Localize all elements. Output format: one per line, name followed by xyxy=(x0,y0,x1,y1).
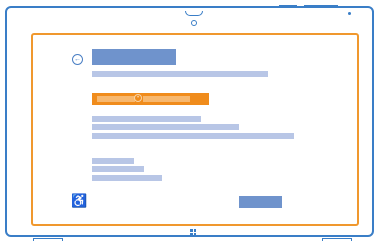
indicator-light xyxy=(348,12,351,15)
pin-icon: • xyxy=(134,94,142,102)
description-line-2 xyxy=(92,124,239,130)
power-button xyxy=(304,5,338,7)
left-bottom-tab xyxy=(33,238,63,241)
info-line-1 xyxy=(92,158,134,164)
camera-icon xyxy=(191,20,197,26)
pin-segment-2 xyxy=(143,96,190,102)
description-line-3 xyxy=(92,133,294,139)
next-button[interactable] xyxy=(239,196,282,208)
pin-segment-1 xyxy=(97,96,135,102)
ease-of-access-icon[interactable]: ♿ xyxy=(71,194,87,207)
volume-button xyxy=(279,5,297,7)
subtitle-text xyxy=(92,71,268,77)
info-line-3 xyxy=(92,175,162,181)
windows-logo-icon[interactable] xyxy=(190,229,196,235)
sensor-notch xyxy=(185,11,203,16)
pin-input-field[interactable]: • xyxy=(92,93,209,105)
right-bottom-tab xyxy=(322,238,352,241)
description-line-1 xyxy=(92,116,201,122)
page-title xyxy=(92,49,176,65)
back-arrow-icon[interactable]: ← xyxy=(72,54,83,65)
info-line-2 xyxy=(92,166,144,172)
